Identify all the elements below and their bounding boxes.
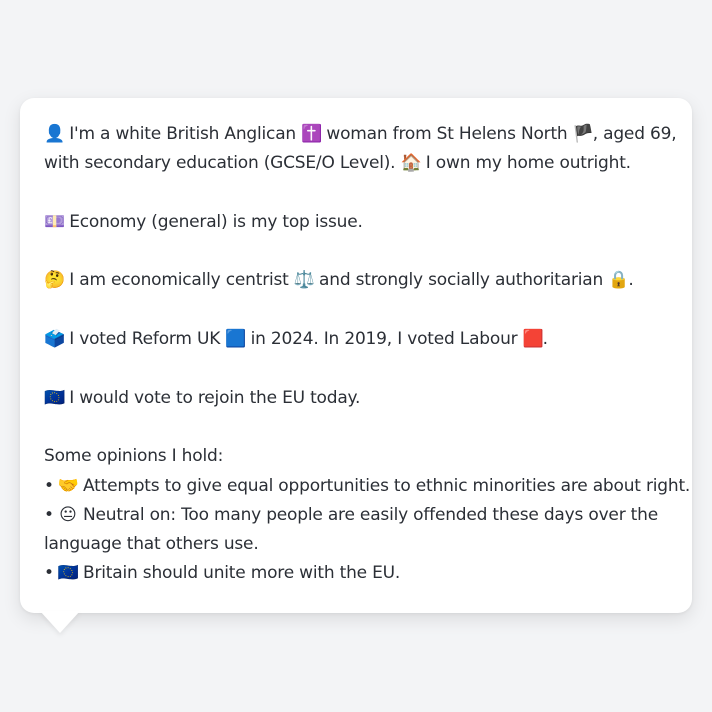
opinion-text: Britain should unite more with the EU. bbox=[77, 563, 401, 584]
neutral-face-icon: 😐 bbox=[59, 504, 77, 525]
home-text: I own my home outright. bbox=[420, 153, 631, 174]
identity-text-2: woman from St Helens North bbox=[321, 124, 573, 144]
red-square-icon: 🟥 bbox=[522, 329, 544, 350]
eu-text: I would vote to rejoin the EU today. bbox=[64, 387, 361, 408]
opinion-item: • 😐 Neutral on: Too many people are easil… bbox=[44, 501, 668, 530]
vote-text-2: in 2024. In 2019, I voted Labour bbox=[245, 329, 523, 350]
vote-text-1: I voted Reform UK bbox=[64, 329, 226, 350]
opinion-item: • 🇪🇺 Britain should unite more with the E… bbox=[44, 559, 668, 588]
identity-text-3: , aged 69, bbox=[592, 124, 677, 144]
opinion-text: Attempts to give equal opportunities to … bbox=[77, 475, 691, 496]
house-icon: 🏠 bbox=[400, 153, 422, 174]
opinion-item-continuation: language that others use. bbox=[44, 534, 259, 555]
person-icon: 👤 bbox=[44, 124, 65, 144]
education-text: with secondary education (GCSE/O Level). bbox=[44, 153, 401, 174]
money-icon: 💷 bbox=[44, 211, 65, 232]
education-line: with secondary education (GCSE/O Level).… bbox=[44, 149, 668, 178]
ideology-text-3: . bbox=[628, 270, 634, 291]
england-flag-icon: 🏴 bbox=[572, 124, 594, 144]
identity-line: 👤 I'm a white British Anglican ✝️ woman … bbox=[44, 120, 677, 149]
bullet: • bbox=[44, 563, 54, 584]
vote-line: 🗳️ I voted Reform UK 🟦 in 2024. In 2019,… bbox=[44, 325, 668, 354]
ideology-text-2: and strongly socially authoritarian bbox=[313, 270, 609, 291]
vote-text-3: . bbox=[542, 329, 548, 350]
eu-flag-icon: 🇪🇺 bbox=[57, 563, 79, 584]
bullet: • bbox=[44, 475, 54, 496]
bullet: • bbox=[44, 504, 54, 525]
opinion-item: • 🤝 Attempts to give equal opportunities … bbox=[44, 472, 690, 501]
cross-icon: ✝️ bbox=[301, 124, 323, 144]
thinking-face-icon: 🤔 bbox=[44, 270, 65, 291]
ballot-box-icon: 🗳️ bbox=[44, 329, 65, 350]
opinions-heading: Some opinions I hold: bbox=[44, 446, 224, 467]
handshake-icon: 🤝 bbox=[57, 475, 79, 496]
opinion-text: Neutral on: Too many people are easily o… bbox=[77, 504, 658, 525]
message-bubble: 👤 I'm a white British Anglican ✝️ woman … bbox=[20, 98, 692, 613]
identity-text-1: I'm a white British Anglican bbox=[64, 124, 302, 144]
ideology-text-1: I am economically centrist bbox=[64, 270, 294, 291]
scale-icon: ⚖️ bbox=[293, 270, 315, 291]
lock-icon: 🔒 bbox=[608, 270, 630, 291]
ideology-line: 🤔 I am economically centrist ⚖️ and stro… bbox=[44, 266, 668, 295]
blue-square-icon: 🟦 bbox=[225, 329, 247, 350]
top-issue-line: 💷 Economy (general) is my top issue. bbox=[44, 208, 668, 237]
eu-line: 🇪🇺 I would vote to rejoin the EU today. bbox=[44, 384, 668, 413]
eu-flag-icon: 🇪🇺 bbox=[44, 387, 65, 408]
bubble-tail bbox=[40, 611, 80, 633]
top-issue-text: Economy (general) is my top issue. bbox=[64, 211, 363, 232]
